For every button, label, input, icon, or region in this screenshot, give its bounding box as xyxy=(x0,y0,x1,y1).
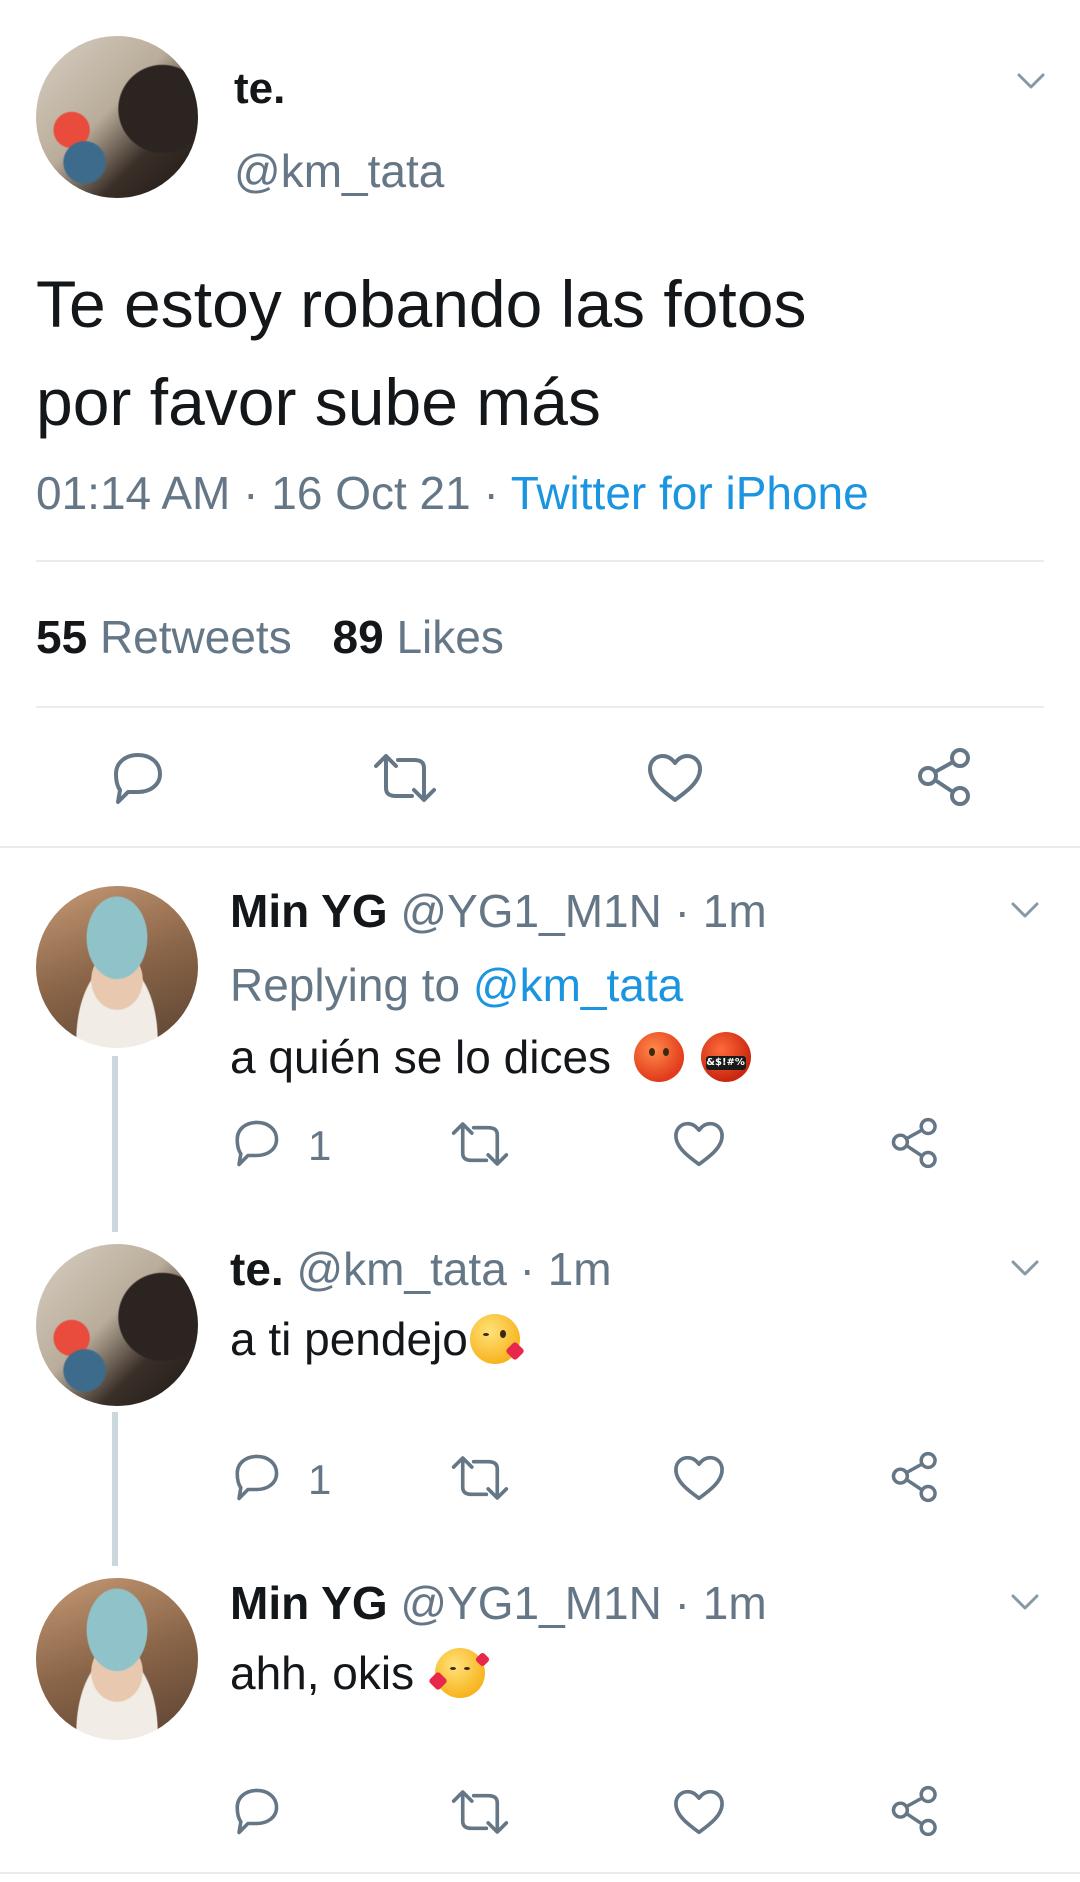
divider xyxy=(36,706,1044,708)
reply-count: 1 xyxy=(308,1456,332,1503)
retweets-count: 55 xyxy=(36,611,88,663)
like-heart-icon[interactable] xyxy=(672,1788,726,1836)
tweet-meta: 01:14 AM · 16 Oct 21 · Twitter for iPhon… xyxy=(36,466,869,520)
separator: · xyxy=(519,1243,535,1295)
separator: · xyxy=(243,467,259,519)
chevron-down-icon[interactable] xyxy=(1010,1253,1040,1283)
tweet-time: 01:14 AM xyxy=(36,467,231,519)
chevron-down-icon[interactable] xyxy=(1016,66,1046,96)
reply-icon[interactable] xyxy=(230,1786,282,1836)
like-heart-icon[interactable] xyxy=(646,752,704,804)
reply-text: a quién se lo dices xyxy=(230,1031,612,1083)
tweet-text-line: Te estoy robando las fotos xyxy=(36,267,807,341)
reply-header: te. @km_tata · 1m xyxy=(230,1242,612,1296)
reply-time: 1m xyxy=(547,1243,612,1295)
display-name[interactable]: te. xyxy=(234,64,285,114)
display-name[interactable]: Min YG xyxy=(230,885,388,937)
reply-text-row: a quién se lo dices &$!#% xyxy=(230,1030,751,1084)
display-name[interactable]: te. xyxy=(230,1243,284,1295)
blowing-kiss-emoji xyxy=(469,1314,525,1364)
chevron-down-icon[interactable] xyxy=(1010,1587,1040,1617)
retweet-icon[interactable] xyxy=(372,752,438,804)
user-handle[interactable]: @YG1_M1N xyxy=(400,885,661,937)
reply-count: 1 xyxy=(308,1122,332,1169)
avatar[interactable] xyxy=(36,36,198,198)
replying-to: Replying to @km_tata xyxy=(230,958,683,1012)
tweet-stats: 55 Retweets 89 Likes xyxy=(36,610,504,664)
retweets-label: Retweets xyxy=(99,611,292,663)
reply-icon[interactable] xyxy=(108,750,166,806)
retweet-icon[interactable] xyxy=(450,1454,510,1502)
avatar[interactable] xyxy=(36,886,198,1048)
retweet-icon[interactable] xyxy=(450,1788,510,1836)
reply-text: a ti pendejo xyxy=(230,1313,468,1365)
likes-stat[interactable]: 89 Likes xyxy=(332,611,503,663)
reply-time: 1m xyxy=(702,885,767,937)
thread-line xyxy=(112,1412,118,1566)
reply-header: Min YG @YG1_M1N · 1m xyxy=(230,884,767,938)
share-icon[interactable] xyxy=(916,746,976,808)
retweets-stat[interactable]: 55 Retweets xyxy=(36,611,304,663)
tweet-date: 16 Oct 21 xyxy=(271,467,471,519)
chevron-down-icon[interactable] xyxy=(1010,895,1040,925)
reply-time: 1m xyxy=(702,1577,767,1629)
divider xyxy=(0,1872,1080,1874)
user-handle[interactable]: @km_tata xyxy=(234,144,444,198)
retweet-icon[interactable] xyxy=(450,1120,510,1168)
like-heart-icon[interactable] xyxy=(672,1120,726,1168)
user-handle[interactable]: @km_tata xyxy=(296,1243,506,1295)
share-icon[interactable] xyxy=(890,1784,942,1838)
divider xyxy=(0,846,1080,848)
tweet-text-line: por favor sube más xyxy=(36,365,601,439)
divider xyxy=(36,560,1044,562)
smiling-face-with-hearts-emoji xyxy=(428,1648,491,1698)
reply-header: Min YG @YG1_M1N · 1m xyxy=(230,1576,767,1630)
share-icon[interactable] xyxy=(890,1116,942,1170)
thread-line xyxy=(112,1056,118,1232)
reply-text-row: a ti pendejo xyxy=(230,1312,525,1366)
separator: · xyxy=(674,885,690,937)
user-handle[interactable]: @YG1_M1N xyxy=(400,1577,661,1629)
like-heart-icon[interactable] xyxy=(672,1454,726,1502)
share-icon[interactable] xyxy=(890,1450,942,1504)
avatar[interactable] xyxy=(36,1244,198,1406)
separator: · xyxy=(483,467,499,519)
likes-label: Likes xyxy=(396,611,504,663)
angry-face-emoji xyxy=(633,1032,684,1082)
symbols-on-mouth-emoji: &$!#% xyxy=(700,1032,751,1082)
reply-text-row: ahh, okis xyxy=(230,1646,491,1700)
reply-text: ahh, okis xyxy=(230,1647,415,1699)
separator: · xyxy=(674,1577,690,1629)
replying-to-label: Replying to xyxy=(230,959,461,1011)
avatar[interactable] xyxy=(36,1578,198,1740)
tweet-text: Te estoy robando las fotos por favor sub… xyxy=(36,255,806,451)
display-name[interactable]: Min YG xyxy=(230,1577,388,1629)
reply-icon[interactable] xyxy=(230,1452,282,1502)
likes-count: 89 xyxy=(332,611,384,663)
reply-icon[interactable] xyxy=(230,1118,282,1168)
replying-to-handle[interactable]: @km_tata xyxy=(473,959,683,1011)
tweet-client-link[interactable]: Twitter for iPhone xyxy=(511,467,869,519)
